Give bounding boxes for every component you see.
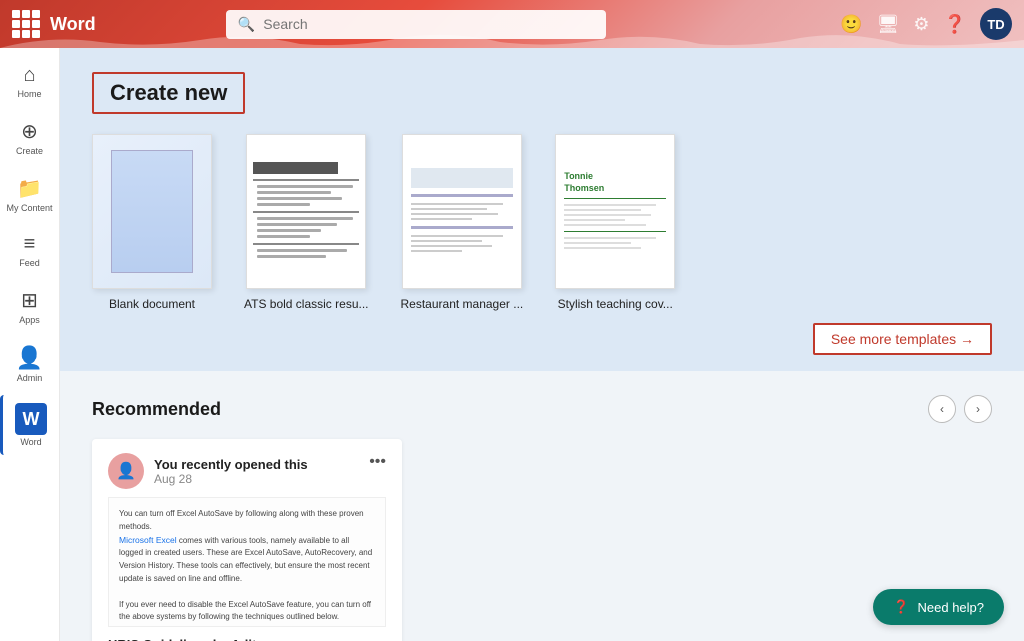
sidebar: ⌂ Home ⊕ Create 📁 My Content ≡ Feed ⊞ Ap… <box>0 48 60 641</box>
main-layout: ⌂ Home ⊕ Create 📁 My Content ≡ Feed ⊞ Ap… <box>0 48 1024 641</box>
doc-card-header: 👤 You recently opened this Aug 28 ••• <box>108 453 386 489</box>
doc-more-button[interactable]: ••• <box>369 453 386 471</box>
doc-link[interactable]: Microsoft Excel <box>119 535 177 545</box>
nav-arrows: ‹ › <box>928 395 992 423</box>
template-label-blank: Blank document <box>109 297 195 311</box>
feed-icon: ≡ <box>24 233 36 256</box>
avatar[interactable]: TD <box>980 8 1012 40</box>
doc-preview: You can turn off Excel AutoSave by follo… <box>108 497 386 627</box>
topbar-right: 🙂 🖥 ⚙ ❓ TD <box>840 8 1012 40</box>
doc-card[interactable]: 👤 You recently opened this Aug 28 ••• Yo… <box>92 439 402 641</box>
need-help-button[interactable]: ❓ Need help? <box>873 589 1004 625</box>
template-item-restaurant[interactable]: Restaurant manager ... <box>401 134 524 311</box>
apps-icon: ⊞ <box>21 288 38 313</box>
topbar: Word 🔍 🙂 🖥 ⚙ ❓ TD <box>0 0 1024 48</box>
word-icon: W <box>23 409 40 430</box>
sidebar-label-home: Home <box>17 89 41 99</box>
doc-avatar: 👤 <box>108 453 144 489</box>
next-arrow[interactable]: › <box>964 395 992 423</box>
feedback-icon[interactable]: 🖥 <box>877 14 900 35</box>
see-more-row: See more templates → <box>92 323 992 355</box>
sidebar-item-home[interactable]: ⌂ Home <box>0 56 59 107</box>
sidebar-item-my-content[interactable]: 📁 My Content <box>0 168 59 221</box>
home-icon: ⌂ <box>23 64 35 87</box>
content-area: Create new Blank document <box>60 48 1024 641</box>
folder-icon: 📁 <box>17 176 42 201</box>
template-label-ats: ATS bold classic resu... <box>244 297 369 311</box>
create-section: Create new Blank document <box>60 48 1024 371</box>
sidebar-label-my-content: My Content <box>6 203 52 213</box>
doc-preview-text: You can turn off Excel AutoSave by follo… <box>119 508 375 624</box>
waffle-menu[interactable] <box>12 10 40 38</box>
emoji-icon[interactable]: 🙂 <box>840 14 862 35</box>
word-icon-box: W <box>15 403 47 435</box>
recommended-header: Recommended ‹ › <box>92 395 992 423</box>
recommended-title: Recommended <box>92 399 221 420</box>
search-bar: 🔍 <box>226 10 606 39</box>
create-new-label: Create new <box>92 72 245 114</box>
template-thumb-blank <box>92 134 212 289</box>
sidebar-label-admin: Admin <box>17 373 43 383</box>
sidebar-item-feed[interactable]: ≡ Feed <box>0 225 59 276</box>
template-label-restaurant: Restaurant manager ... <box>401 297 524 311</box>
admin-icon: 👤 <box>16 345 43 371</box>
doc-card-meta: 👤 You recently opened this Aug 28 <box>108 453 308 489</box>
sidebar-label-apps: Apps <box>19 315 40 325</box>
template-thumb-restaurant <box>402 134 522 289</box>
sidebar-label-feed: Feed <box>19 258 40 268</box>
template-label-stylish: Stylish teaching cov... <box>558 297 673 311</box>
template-thumb-stylish: TonnieThomsen <box>555 134 675 289</box>
templates-row: Blank document <box>92 134 992 311</box>
sidebar-label-word: Word <box>20 437 41 447</box>
search-icon: 🔍 <box>238 16 255 33</box>
sidebar-item-word[interactable]: W Word <box>0 395 59 455</box>
help-icon[interactable]: ❓ <box>944 14 966 35</box>
sidebar-item-create[interactable]: ⊕ Create <box>0 111 59 164</box>
template-item-stylish[interactable]: TonnieThomsen St <box>555 134 675 311</box>
help-circle-icon: ❓ <box>893 599 909 615</box>
see-more-button[interactable]: See more templates → <box>813 323 992 355</box>
settings-icon[interactable]: ⚙ <box>913 14 929 35</box>
template-thumb-ats <box>246 134 366 289</box>
search-input[interactable] <box>263 16 563 32</box>
doc-recently-opened: You recently opened this <box>154 457 308 472</box>
app-name: Word <box>50 14 96 35</box>
sidebar-item-admin[interactable]: 👤 Admin <box>0 337 59 391</box>
need-help-label: Need help? <box>918 600 985 615</box>
sidebar-label-create: Create <box>16 146 43 156</box>
doc-info: You recently opened this Aug 28 <box>154 457 308 486</box>
template-item-ats[interactable]: ATS bold classic resu... <box>244 134 369 311</box>
doc-date: Aug 28 <box>154 472 308 486</box>
template-item-blank[interactable]: Blank document <box>92 134 212 311</box>
doc-name: HRIS Guidelines by Adite <box>108 637 386 641</box>
create-icon: ⊕ <box>21 119 38 144</box>
sidebar-item-apps[interactable]: ⊞ Apps <box>0 280 59 333</box>
prev-arrow[interactable]: ‹ <box>928 395 956 423</box>
